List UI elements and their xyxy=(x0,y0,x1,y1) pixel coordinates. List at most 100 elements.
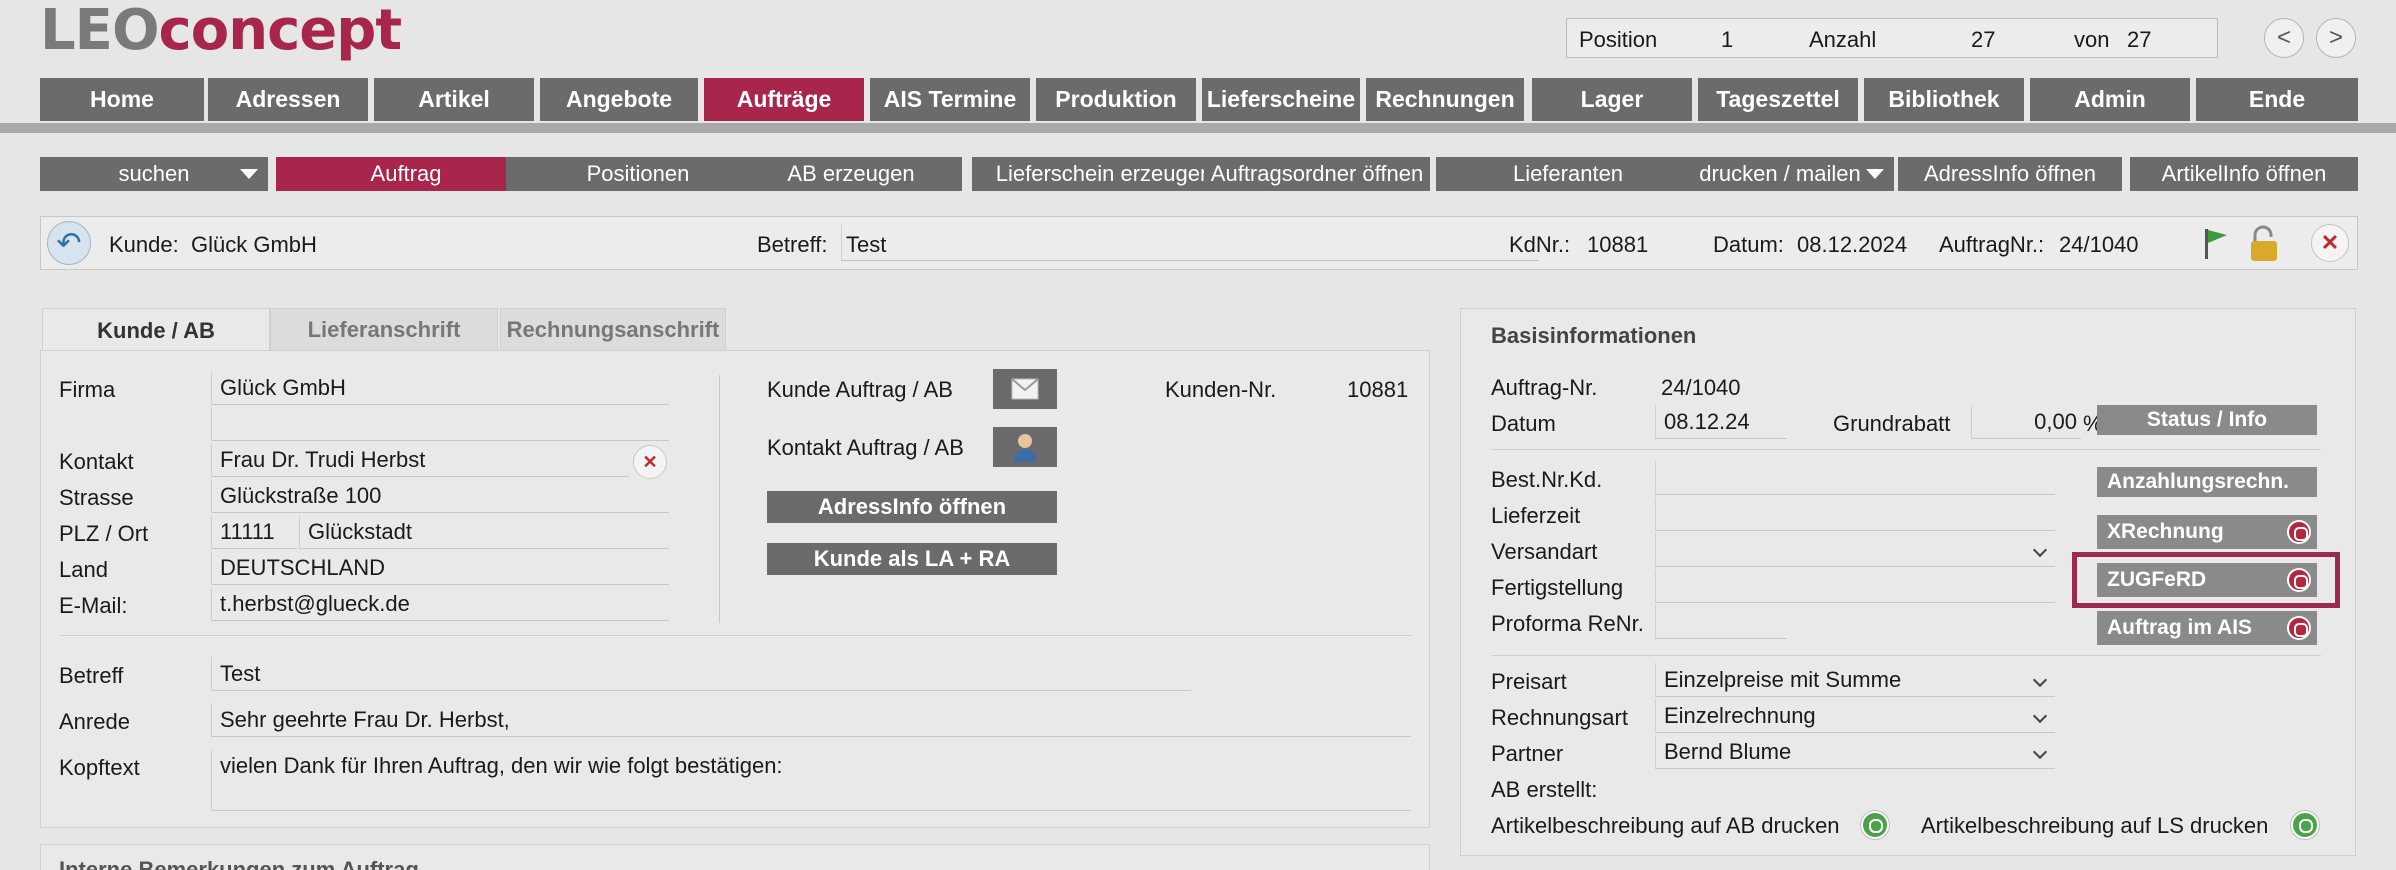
kunde-auftrag-ab-label: Kunde Auftrag / AB xyxy=(767,377,953,402)
firma-line2-field[interactable] xyxy=(211,407,669,441)
nav-home[interactable]: Home xyxy=(40,78,204,121)
kunde-value: Glück GmbH xyxy=(191,232,317,257)
auftragsordner-oeffnen-button[interactable]: Auftragsordner öffnen xyxy=(1204,157,1430,191)
close-icon[interactable]: ✕ xyxy=(2311,224,2349,262)
land-value: DEUTSCHLAND xyxy=(220,555,386,580)
search-dropdown[interactable]: suchen xyxy=(40,157,268,191)
nav-ende[interactable]: Ende xyxy=(2196,78,2358,121)
email-field[interactable]: t.herbst@glueck.de xyxy=(211,587,669,621)
previous-record-button[interactable]: < xyxy=(2264,18,2304,58)
lieferschein-erzeugen-button[interactable]: Lieferschein erzeugen xyxy=(972,157,1236,191)
nav-bibliothek[interactable]: Bibliothek xyxy=(1864,78,2024,121)
betreff-field[interactable]: Test xyxy=(841,225,1539,261)
auftrag-dropdown-label: Auftrag xyxy=(370,161,442,186)
auftrag-dropdown[interactable]: Auftrag xyxy=(276,157,536,191)
tab-lieferanschrift[interactable]: Lieferanschrift xyxy=(270,308,498,350)
auftrag-nr-label: Auftrag-Nr. xyxy=(1491,375,1598,400)
plz-value: 11111 xyxy=(220,519,275,544)
ort-field[interactable]: Glückstadt xyxy=(299,515,669,549)
action-toolbar: suchen Auftrag Positionen AB erzeugen Li… xyxy=(40,157,2358,191)
xrechnung-button[interactable]: XRechnung xyxy=(2097,515,2317,549)
internal-notes-title: Interne Bemerkungen zum Auftrag xyxy=(59,857,419,870)
firma-value: Glück GmbH xyxy=(220,375,346,400)
artikelbeschreibung-ls-toggle-icon[interactable] xyxy=(2291,811,2319,839)
tab-kunde-ab[interactable]: Kunde / AB xyxy=(42,308,270,352)
nav-ais-termine[interactable]: AIS Termine xyxy=(870,78,1030,121)
anrede-label: Anrede xyxy=(59,709,130,734)
partner-select[interactable]: Bernd Blume xyxy=(1655,735,2055,769)
preisart-select[interactable]: Einzelpreise mit Summe xyxy=(1655,663,2055,697)
nav-lager[interactable]: Lager xyxy=(1532,78,1692,121)
nav-angebote[interactable]: Angebote xyxy=(540,78,698,121)
grundrabatt-field[interactable]: 0,00 xyxy=(1971,405,2081,439)
kunden-nr-value: 10881 xyxy=(1347,377,1409,402)
kopftext-field[interactable]: vielen Dank für Ihren Auftrag, den wir w… xyxy=(211,749,1411,811)
strasse-field[interactable]: Glückstraße 100 xyxy=(211,479,669,513)
nav-rechnungen[interactable]: Rechnungen xyxy=(1366,78,1524,121)
kunde-auftrag-ab-button[interactable] xyxy=(993,369,1057,409)
nav-adressen[interactable]: Adressen xyxy=(208,78,368,121)
search-dropdown-label: suchen xyxy=(118,161,190,186)
of-value: 27 xyxy=(2127,27,2152,52)
rechnungsart-select[interactable]: Einzelrechnung xyxy=(1655,699,2055,733)
kontakt-field[interactable]: Frau Dr. Trudi Herbst xyxy=(211,443,629,477)
plz-field[interactable]: 11111 xyxy=(211,515,297,549)
nav-lieferscheine[interactable]: Lieferscheine xyxy=(1202,78,1360,121)
artikelinfo-oeffnen-button[interactable]: ArtikelInfo öffnen xyxy=(2130,157,2358,191)
datum-value: 08.12.2024 xyxy=(1797,232,1908,257)
artikelbeschreibung-ab-label: Artikelbeschreibung auf AB drucken xyxy=(1491,813,1840,838)
section-divider xyxy=(59,635,1413,636)
chevron-down-icon xyxy=(2032,542,2048,558)
status-info-button[interactable]: Status / Info xyxy=(2097,405,2317,435)
letter-betreff-value: Test xyxy=(220,661,261,686)
ab-erzeugen-button[interactable]: AB erzeugen xyxy=(740,157,962,191)
of-label: von xyxy=(2074,27,2110,52)
basis-divider-1 xyxy=(1491,449,2321,450)
auftragnr-value: 24/1040 xyxy=(2059,232,2139,257)
adressinfo-oeffnen-button[interactable]: AdressInfo öffnen xyxy=(1898,157,2122,191)
fertigstellung-field[interactable] xyxy=(1655,569,2055,603)
chevron-down-icon xyxy=(2032,744,2048,760)
artikelbeschreibung-ab-toggle-icon[interactable] xyxy=(1861,811,1889,839)
auftrag-nr-value: 24/1040 xyxy=(1661,375,1741,400)
chevron-down-icon xyxy=(1866,169,1884,179)
letter-betreff-field[interactable]: Test xyxy=(211,657,1191,691)
drucken-mailen-dropdown[interactable]: drucken / mailen xyxy=(1666,157,1894,191)
back-arrow-icon[interactable]: ↶ xyxy=(47,221,91,265)
flag-icon[interactable] xyxy=(2201,227,2231,261)
kunde-als-la-ra-button[interactable]: Kunde als LA + RA xyxy=(767,543,1057,575)
anzahlungsrechnung-button[interactable]: Anzahlungsrechn. xyxy=(2097,467,2317,497)
lieferanten-dropdown[interactable]: Lieferanten xyxy=(1436,157,1700,191)
refresh-icon xyxy=(2287,616,2311,640)
kontakt-auftrag-ab-button[interactable] xyxy=(993,427,1057,467)
rechnungsart-label: Rechnungsart xyxy=(1491,705,1628,730)
anrede-field[interactable]: Sehr geehrte Frau Dr. Herbst, xyxy=(211,703,1411,737)
land-field[interactable]: DEUTSCHLAND xyxy=(211,551,669,585)
envelope-icon xyxy=(1011,378,1039,400)
clear-contact-icon[interactable]: ✕ xyxy=(633,445,667,479)
auftrag-im-ais-button[interactable]: Auftrag im AIS xyxy=(2097,611,2317,645)
versandart-select[interactable] xyxy=(1655,533,2055,567)
lieferzeit-field[interactable] xyxy=(1655,497,2055,531)
tab-rechnungsanschrift[interactable]: Rechnungsanschrift xyxy=(500,308,726,350)
preisart-label: Preisart xyxy=(1491,669,1567,694)
firma-field[interactable]: Glück GmbH xyxy=(211,371,669,405)
positionen-dropdown[interactable]: Positionen xyxy=(506,157,770,191)
column-divider xyxy=(719,375,720,623)
nav-tageszettel[interactable]: Tageszettel xyxy=(1698,78,1858,121)
email-value: t.herbst@glueck.de xyxy=(220,591,410,616)
nav-produktion[interactable]: Produktion xyxy=(1036,78,1196,121)
lock-icon[interactable] xyxy=(2243,225,2283,263)
next-record-button[interactable]: > xyxy=(2316,18,2356,58)
betreff-label: Betreff: xyxy=(757,232,828,257)
drucken-mailen-dropdown-label: drucken / mailen xyxy=(1699,161,1861,186)
nav-artikel[interactable]: Artikel xyxy=(374,78,534,121)
best-nr-kd-field[interactable] xyxy=(1655,461,2055,495)
datum-field[interactable]: 08.12.24 xyxy=(1655,405,1787,439)
adressinfo-oeffnen-button-2[interactable]: AdressInfo öffnen xyxy=(767,491,1057,523)
positionen-dropdown-label: Positionen xyxy=(586,161,690,186)
nav-admin[interactable]: Admin xyxy=(2030,78,2190,121)
nav-auftraege[interactable]: Aufträge xyxy=(704,78,864,121)
proforma-field[interactable] xyxy=(1655,605,1787,639)
customer-panel: Firma Glück GmbH Kontakt Frau Dr. Trudi … xyxy=(40,350,1430,828)
